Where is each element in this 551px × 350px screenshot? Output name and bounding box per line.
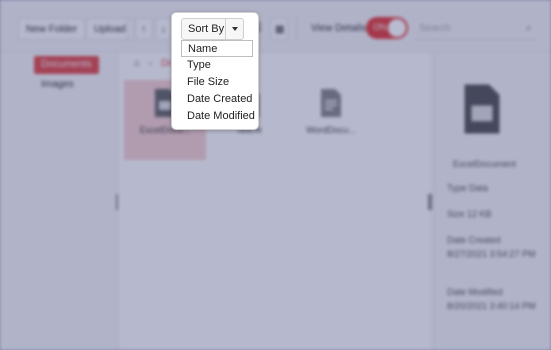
sort-by-button[interactable]: Sort By: [181, 18, 244, 40]
sort-by-dropdown: Sort By Name Type File Size Date Created…: [171, 12, 259, 130]
sort-option-file-size[interactable]: File Size: [181, 74, 253, 91]
sort-option-date-modified[interactable]: Date Modified: [181, 108, 255, 125]
sort-options-list: Name Type File Size Date Created Date Mo…: [181, 40, 255, 125]
sort-option-date-created[interactable]: Date Created: [181, 91, 253, 108]
sort-option-type[interactable]: Type: [181, 57, 253, 74]
modal-overlay: [0, 0, 551, 350]
sort-option-name[interactable]: Name: [181, 40, 253, 57]
sort-by-label: Sort By: [188, 23, 225, 35]
chevron-down-icon[interactable]: [225, 19, 244, 39]
